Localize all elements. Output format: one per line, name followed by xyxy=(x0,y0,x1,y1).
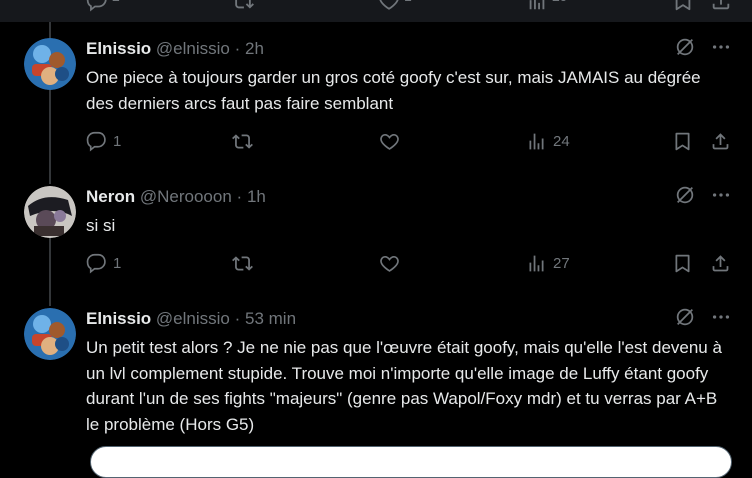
separator: · xyxy=(234,309,241,328)
tweet-actions: 1 24 xyxy=(0,131,752,155)
previous-tweet-actions: 2 1 29 xyxy=(0,0,752,22)
timestamp[interactable]: 1h xyxy=(247,187,266,206)
user-handle[interactable]: @Neroooon xyxy=(140,187,232,206)
tweet-text: Un petit test alors ? Je ne nie pas que … xyxy=(86,338,722,434)
tweet-text: si si xyxy=(86,216,116,235)
tweet-header: Neron @Neroooon · 1h xyxy=(86,186,266,208)
share-button[interactable] xyxy=(710,131,731,152)
reply-count: 2 xyxy=(112,0,120,4)
tweet-top-icons xyxy=(674,36,732,63)
share-icon xyxy=(710,131,731,152)
reply-button[interactable]: 1 xyxy=(86,253,121,274)
retweet-icon xyxy=(232,131,253,152)
views-count: 27 xyxy=(553,255,570,272)
views-icon xyxy=(526,131,547,152)
timestamp[interactable]: 53 min xyxy=(245,309,296,328)
reply-input[interactable] xyxy=(90,446,732,478)
display-name[interactable]: Elnissio xyxy=(86,309,151,328)
reply-icon[interactable] xyxy=(86,0,108,17)
tweet-text: One piece à toujours garder un gros coté… xyxy=(86,68,701,113)
bookmark-button[interactable] xyxy=(672,131,693,152)
like-icon xyxy=(379,131,400,152)
separator: · xyxy=(234,39,241,58)
reply-count: 1 xyxy=(113,133,122,150)
thread-line xyxy=(49,22,51,38)
bookmark-icon xyxy=(672,131,693,152)
reply-icon xyxy=(86,253,107,274)
display-name[interactable]: Neron xyxy=(86,187,135,206)
like-button[interactable] xyxy=(379,253,400,274)
reply-icon xyxy=(86,131,107,152)
retweet-button[interactable] xyxy=(232,131,253,152)
tweet-actions: 1 27 xyxy=(0,253,752,277)
user-handle[interactable]: @elnissio xyxy=(156,39,230,58)
share-icon[interactable] xyxy=(710,0,732,17)
more-icon[interactable] xyxy=(710,184,732,211)
views-icon xyxy=(526,253,547,274)
grok-icon[interactable] xyxy=(674,36,696,63)
avatar[interactable] xyxy=(24,38,76,90)
share-button[interactable] xyxy=(710,253,731,274)
like-icon xyxy=(379,253,400,274)
user-handle[interactable]: @elnissio xyxy=(156,309,230,328)
reply-button[interactable]: 1 xyxy=(86,131,121,152)
views-button[interactable]: 27 xyxy=(526,253,570,274)
share-icon xyxy=(710,253,731,274)
timestamp[interactable]: 2h xyxy=(245,39,264,58)
reply-count: 1 xyxy=(113,255,122,272)
bookmark-icon xyxy=(672,253,693,274)
like-count: 1 xyxy=(404,0,412,4)
grok-icon[interactable] xyxy=(674,184,696,211)
avatar[interactable] xyxy=(24,308,76,360)
views-button[interactable]: 24 xyxy=(526,131,570,152)
tweet-top-icons xyxy=(674,184,732,211)
avatar[interactable] xyxy=(24,186,76,238)
tweet-header: Elnissio @elnissio · 2h xyxy=(86,38,264,60)
like-icon[interactable] xyxy=(378,0,400,17)
views-count: 24 xyxy=(553,133,570,150)
views-icon[interactable] xyxy=(526,0,548,17)
like-button[interactable] xyxy=(379,131,400,152)
separator: · xyxy=(236,187,243,206)
bookmark-button[interactable] xyxy=(672,253,693,274)
tweet-top-icons xyxy=(674,306,732,333)
retweet-button[interactable] xyxy=(232,253,253,274)
more-icon[interactable] xyxy=(710,306,732,333)
retweet-icon xyxy=(232,253,253,274)
grok-icon[interactable] xyxy=(674,306,696,333)
bookmark-icon[interactable] xyxy=(672,0,694,17)
retweet-icon[interactable] xyxy=(232,0,254,17)
more-icon[interactable] xyxy=(710,36,732,63)
tweet-header: Elnissio @elnissio · 53 min xyxy=(86,308,296,330)
display-name[interactable]: Elnissio xyxy=(86,39,151,58)
views-count: 29 xyxy=(552,0,568,4)
